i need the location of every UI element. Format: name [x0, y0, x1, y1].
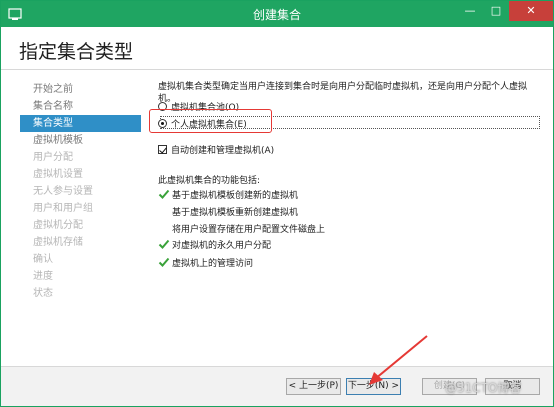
nav-item-progress: 进度: [33, 271, 53, 282]
nav-item-users-groups: 用户和用户组: [33, 203, 93, 214]
auto-manage-option[interactable]: 自动创建和管理虚拟机(A): [158, 142, 274, 156]
annotation-highlight-box: [149, 109, 272, 133]
nav-item-before-you-begin[interactable]: 开始之前: [20, 81, 141, 98]
nav-item-confirmation: 确认: [33, 254, 53, 265]
nav-item-vm-settings: 虚拟机设置: [33, 169, 83, 180]
nav-item-status: 状态: [33, 288, 53, 299]
nav-item-collection-type[interactable]: 集合类型: [20, 115, 141, 132]
auto-manage-checkbox[interactable]: [158, 144, 167, 154]
auto-manage-label: 自动创建和管理虚拟机(A): [171, 145, 275, 156]
wizard-nav: 开始之前 集合名称 集合类型 虚拟机模板 用户分配 虚拟机设置 无人参与设置 用…: [20, 81, 141, 302]
check-icon: [158, 188, 172, 200]
nav-item-user-assignment: 用户分配: [33, 152, 73, 163]
nav-item-vm-template[interactable]: 虚拟机模板: [20, 132, 141, 149]
feature-label: 基于虚拟机模板创建新的虚拟机: [172, 190, 299, 201]
minimize-icon[interactable]: —: [457, 1, 483, 21]
watermark: @51CTO博客: [445, 381, 522, 395]
nav-item-unattended-settings: 无人参与设置: [33, 186, 93, 197]
nav-item-vm-storage: 虚拟机存储: [33, 237, 83, 248]
title-bar[interactable]: 创建集合 — □ ✕: [1, 1, 553, 27]
wizard-window: 创建集合 — □ ✕ 指定集合类型 开始之前 集合名称 集合类型 虚拟机模板 用…: [0, 0, 554, 407]
maximize-icon[interactable]: □: [483, 1, 509, 21]
check-icon: [158, 238, 172, 250]
feature-label: 虚拟机上的管理访问: [172, 258, 254, 269]
feature-label: 将用户设置存储在用户配置文件磁盘上: [172, 224, 326, 235]
nav-item-vm-allocation: 虚拟机分配: [33, 220, 83, 231]
annotation-arrow-icon: [369, 335, 428, 385]
nav-item-collection-name[interactable]: 集合名称: [20, 98, 141, 115]
feature-label: 对虚拟机的永久用户分配: [172, 240, 272, 251]
check-icon: [158, 256, 172, 268]
feature-row: 基于虚拟机模板重新创建虚拟机: [158, 204, 298, 218]
page-title: 指定集合类型: [19, 41, 134, 63]
feature-label: 基于虚拟机模板重新创建虚拟机: [172, 207, 299, 218]
features-title: 此虚拟机集合的功能包括:: [158, 176, 261, 186]
feature-row: 基于虚拟机模板创建新的虚拟机: [158, 187, 298, 201]
close-icon[interactable]: ✕: [509, 1, 553, 21]
header-divider: [1, 69, 553, 70]
back-button[interactable]: < 上一步(P): [286, 378, 341, 395]
feature-row: 对虚拟机的永久用户分配: [158, 237, 271, 251]
feature-row: 虚拟机上的管理访问: [158, 255, 253, 269]
feature-row: 将用户设置存储在用户配置文件磁盘上: [158, 221, 325, 235]
